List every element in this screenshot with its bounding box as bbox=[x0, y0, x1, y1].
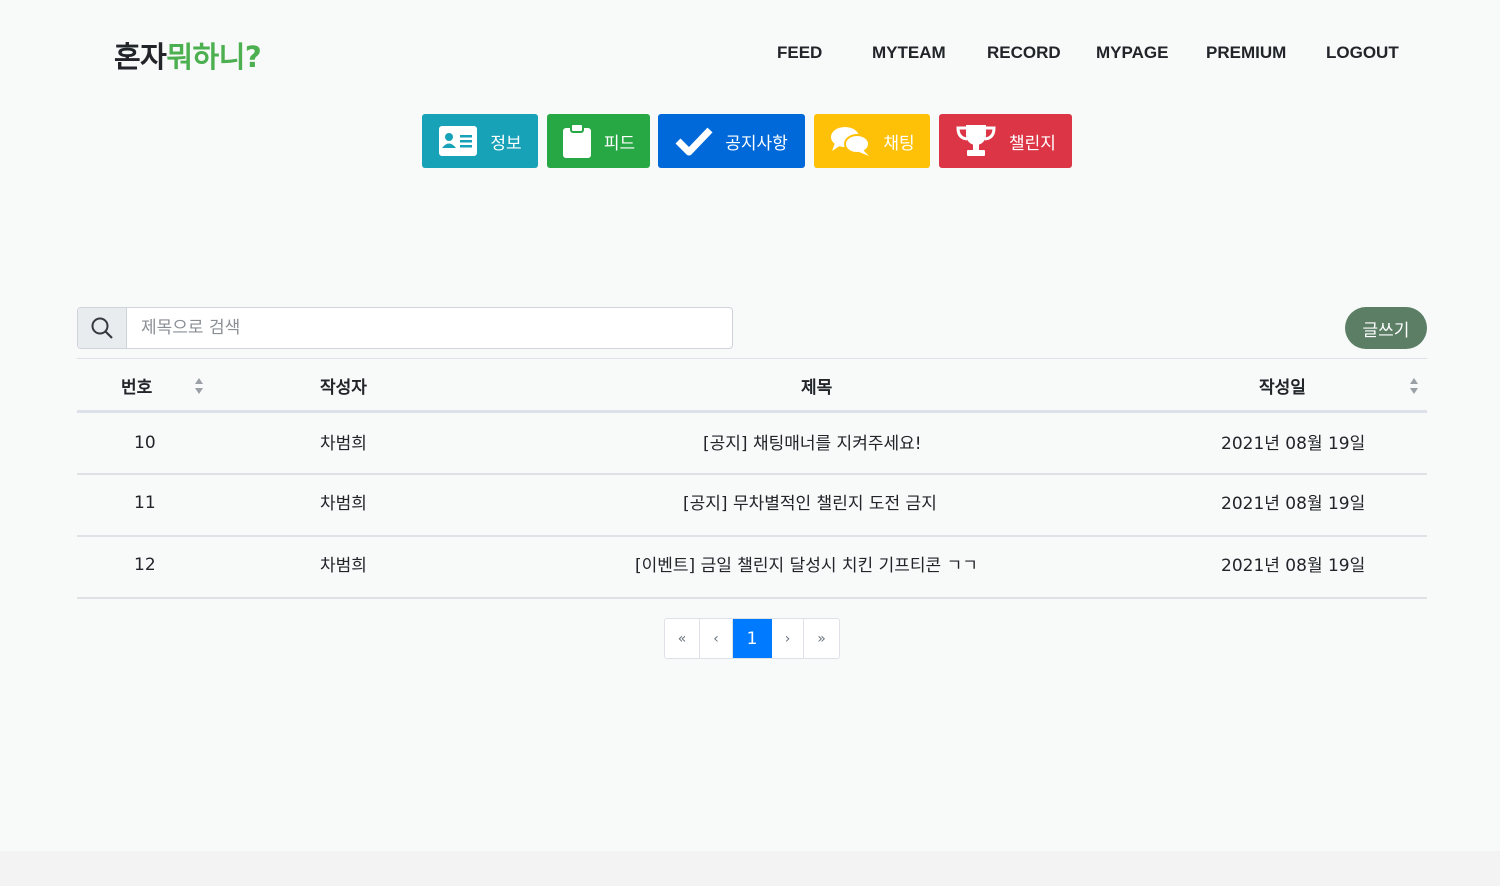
nav-record[interactable]: RECORD bbox=[987, 43, 1061, 63]
row-author: 차범희 bbox=[320, 494, 367, 514]
tab-feed-label: 피드 bbox=[603, 133, 636, 154]
footer bbox=[0, 851, 1500, 886]
header-title: 제목 bbox=[801, 378, 833, 398]
row-title[interactable]: [공지] 무차별적인 챌린지 도전 금지 bbox=[683, 489, 937, 514]
notice-table: 번호 작성자 제목 작성일 10 차범희 [공지] 채팅매너를 지켜주세요! 2… bbox=[77, 358, 1427, 599]
nav-mypage[interactable]: MYPAGE bbox=[1096, 43, 1168, 63]
row-number: 11 bbox=[134, 493, 156, 513]
header-date[interactable]: 작성일 bbox=[1259, 373, 1306, 398]
row-number: 12 bbox=[134, 555, 156, 575]
page-last-button[interactable]: » bbox=[804, 619, 839, 658]
page-first-button[interactable]: « bbox=[665, 619, 700, 658]
row-author: 차범희 bbox=[320, 556, 367, 576]
write-post-button[interactable]: 글쓰기 bbox=[1345, 307, 1427, 349]
row-date: 2021년 08월 19일 bbox=[1221, 556, 1366, 576]
header-author: 작성자 bbox=[320, 378, 367, 398]
table-row[interactable]: 11 차범희 [공지] 무차별적인 챌린지 도전 금지 2021년 08월 19… bbox=[77, 475, 1427, 537]
page-number-button[interactable]: 1 bbox=[733, 619, 772, 658]
check-icon bbox=[675, 127, 713, 156]
header-number[interactable]: 번호 bbox=[121, 373, 152, 398]
clipboard-icon bbox=[562, 123, 591, 158]
row-title[interactable]: [공지] 채팅매너를 지켜주세요! bbox=[703, 429, 922, 454]
tab-notice-label: 공지사항 bbox=[725, 133, 788, 154]
pagination: « ‹ 1 › » bbox=[664, 618, 840, 659]
id-card-icon bbox=[439, 126, 478, 156]
search-group bbox=[77, 307, 733, 349]
tab-feed[interactable]: 피드 bbox=[547, 114, 650, 168]
row-author: 차범희 bbox=[320, 434, 367, 454]
tab-info[interactable]: 정보 bbox=[422, 114, 538, 168]
logo-part-2: 뭐하니? bbox=[166, 40, 262, 74]
table-row[interactable]: 12 차범희 [이벤트] 금일 챌린지 달성시 치킨 기프티콘 ㄱㄱ 2021년… bbox=[77, 537, 1427, 599]
table-header: 번호 작성자 제목 작성일 bbox=[77, 358, 1427, 413]
sort-icon[interactable] bbox=[1409, 377, 1419, 395]
search-input[interactable] bbox=[127, 308, 732, 348]
nav-premium[interactable]: PREMIUM bbox=[1206, 43, 1286, 63]
logo-part-1: 혼자 bbox=[114, 40, 167, 74]
tab-notice[interactable]: 공지사항 bbox=[658, 114, 805, 168]
row-number: 10 bbox=[134, 433, 156, 453]
table-row[interactable]: 10 차범희 [공지] 채팅매너를 지켜주세요! 2021년 08월 19일 bbox=[77, 413, 1427, 475]
page-next-button[interactable]: › bbox=[772, 619, 804, 658]
trophy-icon bbox=[956, 125, 996, 156]
nav-feed[interactable]: FEED bbox=[777, 43, 822, 63]
row-title[interactable]: [이벤트] 금일 챌린지 달성시 치킨 기프티콘 ㄱㄱ bbox=[635, 551, 978, 576]
row-date: 2021년 08월 19일 bbox=[1221, 494, 1366, 514]
search-icon[interactable] bbox=[78, 308, 127, 348]
chat-bubbles-icon bbox=[831, 127, 871, 156]
row-date: 2021년 08월 19일 bbox=[1221, 434, 1366, 454]
sort-icon[interactable] bbox=[194, 377, 204, 395]
page-prev-button[interactable]: ‹ bbox=[700, 619, 733, 658]
tab-info-label: 정보 bbox=[490, 133, 522, 154]
site-logo[interactable]: 혼자뭐하니? bbox=[114, 34, 262, 76]
tab-challenge[interactable]: 챌린지 bbox=[939, 114, 1072, 168]
tab-chat[interactable]: 채팅 bbox=[814, 114, 930, 168]
nav-myteam[interactable]: MYTEAM bbox=[872, 43, 946, 63]
tab-challenge-label: 챌린지 bbox=[1009, 133, 1056, 154]
nav-logout[interactable]: LOGOUT bbox=[1326, 43, 1399, 63]
tab-chat-label: 채팅 bbox=[883, 133, 915, 154]
